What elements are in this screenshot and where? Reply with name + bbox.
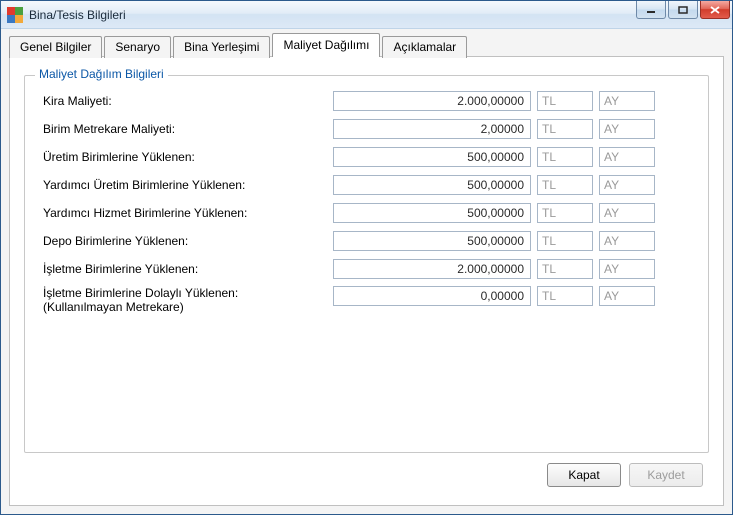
tab-genel-bilgiler[interactable]: Genel Bilgiler [9,36,102,58]
window-title: Bina/Tesis Bilgileri [29,8,634,22]
period-isletme-dolayli[interactable] [599,286,655,306]
close-dialog-button[interactable]: Kapat [547,463,621,487]
label-uretim-birimleri: Üretim Birimlerine Yüklenen: [43,150,333,164]
input-uretim-birimleri[interactable] [333,147,531,167]
label-yardimci-hizmet: Yardımcı Hizmet Birimlerine Yüklenen: [43,206,333,220]
titlebar[interactable]: Bina/Tesis Bilgileri [1,1,732,29]
period-isletme-birimleri[interactable] [599,259,655,279]
close-button[interactable] [700,1,730,19]
tab-strip: Genel Bilgiler Senaryo Bina Yerleşimi Ma… [9,33,724,57]
row-isletme-birimleri: İşletme Birimlerine Yüklenen: [43,258,690,280]
period-birim-metrekare[interactable] [599,119,655,139]
tab-bina-yerlesimi[interactable]: Bina Yerleşimi [173,36,270,58]
period-yardimci-uretim[interactable] [599,175,655,195]
currency-yardimci-uretim[interactable] [537,175,593,195]
period-yardimci-hizmet[interactable] [599,203,655,223]
groupbox-title: Maliyet Dağılım Bilgileri [35,67,168,81]
label-isletme-dolayli: İşletme Birimlerine Dolaylı Yüklenen: (K… [43,286,333,314]
row-isletme-dolayli: İşletme Birimlerine Dolaylı Yüklenen: (K… [43,286,690,318]
dialog-footer: Kapat Kaydet [24,453,709,491]
label-isletme-dolayli-sub: (Kullanılmayan Metrekare) [43,300,333,314]
row-yardimci-uretim: Yardımcı Üretim Birimlerine Yüklenen: [43,174,690,196]
currency-depo-birimleri[interactable] [537,231,593,251]
window-buttons [634,1,730,28]
row-uretim-birimleri: Üretim Birimlerine Yüklenen: [43,146,690,168]
close-icon [710,6,720,14]
label-yardimci-uretim: Yardımcı Üretim Birimlerine Yüklenen: [43,178,333,192]
app-icon [7,7,23,23]
tab-panel: Maliyet Dağılım Bilgileri Kira Maliyeti:… [9,56,724,506]
input-birim-metrekare[interactable] [333,119,531,139]
tab-maliyet-dagilimi[interactable]: Maliyet Dağılımı [272,33,380,57]
row-depo-birimleri: Depo Birimlerine Yüklenen: [43,230,690,252]
currency-kira-maliyeti[interactable] [537,91,593,111]
label-isletme-dolayli-main: İşletme Birimlerine Dolaylı Yüklenen: [43,286,238,300]
label-isletme-birimleri: İşletme Birimlerine Yüklenen: [43,262,333,276]
input-depo-birimleri[interactable] [333,231,531,251]
row-kira-maliyeti: Kira Maliyeti: [43,90,690,112]
minimize-icon [646,6,656,14]
tab-senaryo[interactable]: Senaryo [104,36,171,58]
maximize-icon [678,6,688,14]
period-kira-maliyeti[interactable] [599,91,655,111]
currency-uretim-birimleri[interactable] [537,147,593,167]
input-isletme-dolayli[interactable] [333,286,531,306]
input-yardimci-hizmet[interactable] [333,203,531,223]
row-yardimci-hizmet: Yardımcı Hizmet Birimlerine Yüklenen: [43,202,690,224]
input-kira-maliyeti[interactable] [333,91,531,111]
minimize-button[interactable] [636,1,666,19]
cost-distribution-group: Maliyet Dağılım Bilgileri Kira Maliyeti:… [24,75,709,453]
label-kira-maliyeti: Kira Maliyeti: [43,94,333,108]
period-uretim-birimleri[interactable] [599,147,655,167]
row-birim-metrekare: Birim Metrekare Maliyeti: [43,118,690,140]
period-depo-birimleri[interactable] [599,231,655,251]
currency-birim-metrekare[interactable] [537,119,593,139]
input-yardimci-uretim[interactable] [333,175,531,195]
maximize-button[interactable] [668,1,698,19]
currency-isletme-birimleri[interactable] [537,259,593,279]
save-button[interactable]: Kaydet [629,463,703,487]
label-depo-birimleri: Depo Birimlerine Yüklenen: [43,234,333,248]
tab-aciklamalar[interactable]: Açıklamalar [382,36,467,58]
input-isletme-birimleri[interactable] [333,259,531,279]
label-birim-metrekare: Birim Metrekare Maliyeti: [43,122,333,136]
currency-isletme-dolayli[interactable] [537,286,593,306]
client-area: Genel Bilgiler Senaryo Bina Yerleşimi Ma… [1,29,732,514]
currency-yardimci-hizmet[interactable] [537,203,593,223]
app-window: Bina/Tesis Bilgileri Genel Bilgiler Sena… [0,0,733,515]
